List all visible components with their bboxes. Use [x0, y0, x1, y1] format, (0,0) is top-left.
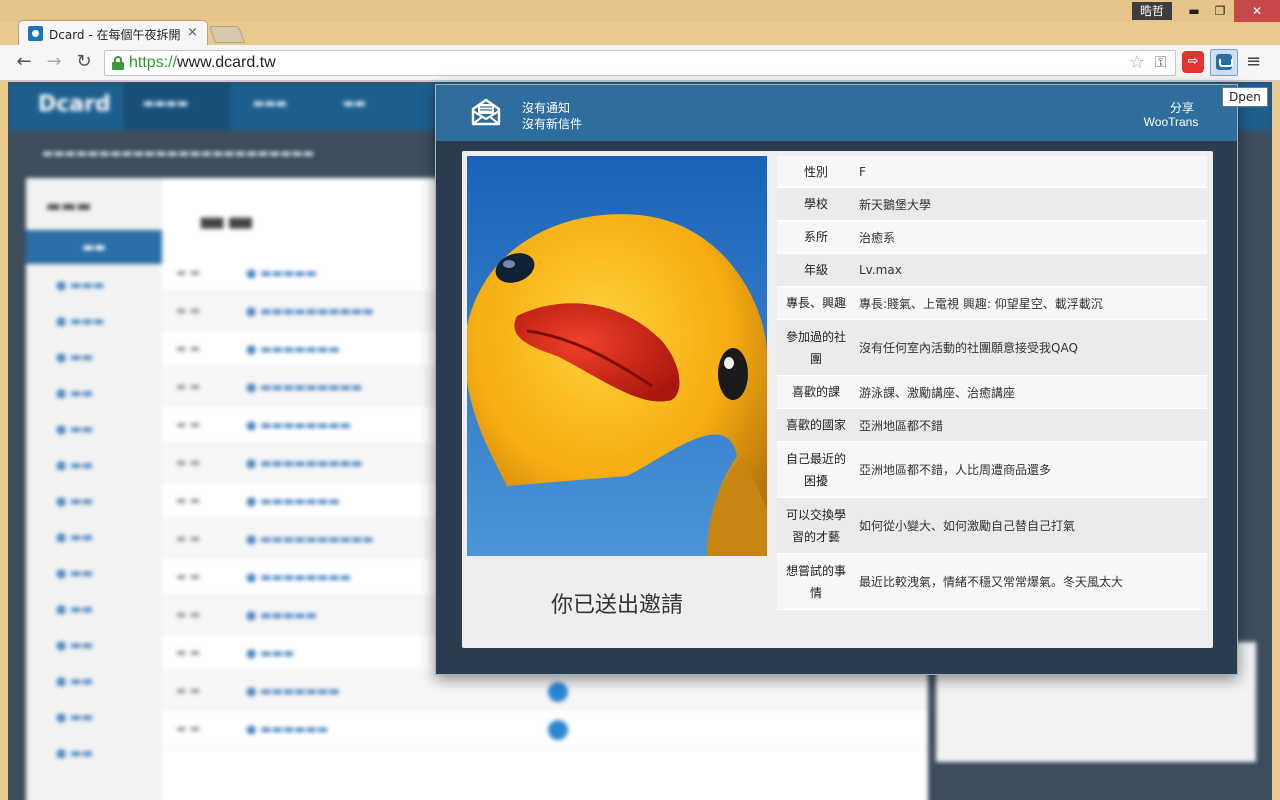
profile-field-value: F	[859, 164, 866, 179]
profile-info-table: 性別 F 學校 新天鵝堡大學系所 治癒系年級 Lv.max 專長、興趣 專長:賤氣、上電視 興…	[777, 156, 1207, 610]
bg-sidebar-item: ● ▬▬	[56, 602, 93, 616]
dcard-extension-icon	[1216, 54, 1233, 70]
bg-sidebar-item: ● ▬▬	[56, 458, 93, 472]
profile-field-label: 可以交換學習的才藝	[785, 507, 846, 544]
bg-notice: ▬▬▬▬▬▬▬▬▬▬▬▬▬▬▬▬▬▬▬▬▬▬▬▬	[42, 146, 315, 160]
profile-field-label: 系所	[803, 230, 828, 244]
profile-row: 參加過的社團 沒有任何室內活動的社團願意接受我QAQ	[777, 320, 1207, 376]
profile-field-value: 亞洲地區都不錯，人比周遭商品還多	[859, 463, 1052, 477]
dcard-extension-button[interactable]	[1210, 49, 1238, 76]
profile-row: 專長、興趣 專長:賤氣、上電視 興趣: 仰望星空、載浮載沉	[777, 287, 1207, 320]
profile-field-value: 亞洲地區都不錯	[859, 418, 944, 433]
profile-field-label: 性別	[803, 164, 828, 179]
profile-field-value: 游泳課、激勵講座、治癒講座	[859, 385, 1016, 400]
address-bar[interactable]: https://www.dcard.tw ☆ ⚿	[104, 50, 1176, 76]
profile-field-value: 沒有任何室內活動的社團願意接受我QAQ	[859, 341, 1078, 355]
dcard-popup: 沒有通知 沒有新信件 分享 WooTrans 你已送出邀請 性別 F 學校 新天…	[435, 84, 1238, 675]
extension-red-icon[interactable]: ⇨	[1182, 51, 1204, 73]
back-icon[interactable]: ←	[12, 51, 36, 75]
share-link[interactable]: 分享	[1158, 99, 1206, 116]
bg-sidebar-title: ▬▬▬	[46, 196, 92, 215]
bg-sidebar-item: ● ▬▬	[56, 494, 93, 508]
bg-sidebar-item: ● ▬▬	[56, 710, 93, 724]
bookmark-star-icon[interactable]: ☆	[1129, 52, 1145, 73]
bg-sidebar-item: ● ▬▬	[56, 566, 93, 580]
tab-title: Dcard - 在每個午夜拆開	[49, 28, 181, 42]
reload-icon[interactable]: ↻	[72, 51, 96, 75]
profile-field-label: 自己最近的困擾	[785, 451, 846, 488]
profile-field-label: 學校	[803, 197, 828, 211]
bg-sidebar-item: ● ▬▬	[56, 386, 93, 400]
profile-field-label: 想嘗試的事情	[785, 563, 846, 600]
bg-sidebar-item: ● ▬▬▬	[56, 278, 105, 292]
profile-field-value: 最近比較洩氣，情緒不穩又常常爆氣。冬天風太大	[859, 575, 1124, 589]
profile-field-value: Lv.max	[859, 263, 902, 277]
window-titlebar: 晧哲 ▬ ❐ ✕	[0, 0, 1280, 22]
bg-avatar	[548, 720, 568, 740]
profile-field-label: 專長、興趣	[785, 296, 846, 310]
bg-nav-item: ▬▬	[343, 96, 366, 110]
popup-header: 沒有通知 沒有新信件 分享 WooTrans	[436, 85, 1237, 141]
url-text[interactable]: https://www.dcard.tw	[129, 54, 276, 72]
bg-avatar	[548, 682, 568, 702]
profile-field-label: 喜歡的國家	[785, 418, 846, 432]
new-tab-button[interactable]	[208, 26, 246, 43]
extension-tooltip: Dpen	[1222, 87, 1268, 107]
bg-sidebar: ▬▬▬ ▬▬ ● ▬▬▬ ● ▬▬▬ ● ▬▬ ● ▬▬ ● ▬▬ ● ▬▬ ●…	[26, 178, 162, 800]
profile-field-value: 治癒系	[859, 230, 896, 245]
profile-field-value: 新天鵝堡大學	[859, 197, 932, 212]
bg-sidebar-active: ▬▬	[26, 230, 162, 264]
notification-status[interactable]: 沒有通知	[522, 99, 570, 116]
profile-row: 學校 新天鵝堡大學	[777, 188, 1207, 221]
wootrans-link[interactable]: WooTrans	[1136, 115, 1206, 129]
mail-status[interactable]: 沒有新信件	[522, 115, 582, 132]
profile-row: 喜歡的課 游泳課、激勵講座、治癒講座	[777, 376, 1207, 409]
bg-heading: ▬▬	[198, 204, 255, 239]
browser-menu-icon[interactable]: ≡	[1246, 51, 1261, 72]
dcard-favicon-icon	[28, 26, 43, 41]
bg-sidebar-item: ● ▬▬	[56, 350, 93, 364]
lock-icon	[112, 56, 124, 70]
profile-row: 可以交換學習的才藝 如何從小變大、如何激勵自己替自己打氣	[777, 498, 1207, 554]
bg-sidebar-item: ● ▬▬	[56, 674, 93, 688]
bg-sidebar-item: ● ▬▬	[56, 638, 93, 652]
bg-sidebar-item: ● ▬▬▬	[56, 314, 105, 328]
profile-field-value: 專長:賤氣、上電視 興趣: 仰望星空、載浮載沉	[859, 296, 1103, 311]
bg-sidebar-item: ● ▬▬	[56, 746, 93, 760]
forward-icon[interactable]: →	[42, 51, 66, 75]
browser-tab[interactable]: Dcard - 在每個午夜拆開 ×	[18, 20, 208, 46]
bg-nav-item: ▬▬▬	[253, 96, 288, 110]
profile-field-label: 參加過的社團	[785, 329, 846, 366]
mail-icon[interactable]	[470, 98, 502, 126]
minimize-button[interactable]: ▬	[1180, 0, 1208, 22]
bg-logo: Dcard	[38, 92, 111, 117]
profile-photo	[467, 156, 767, 556]
key-icon[interactable]: ⚿	[1155, 53, 1166, 71]
invite-status-text: 你已送出邀請	[550, 593, 683, 618]
profile-row: 年級 Lv.max	[777, 254, 1207, 287]
bg-nav-item: ▬▬▬▬	[143, 96, 189, 110]
profile-row: 系所 治癒系	[777, 221, 1207, 254]
maximize-button[interactable]: ❐	[1206, 0, 1234, 22]
profile-field-value: 如何從小變大、如何激勵自己替自己打氣	[859, 519, 1076, 533]
tab-close-icon[interactable]: ×	[187, 25, 198, 40]
close-window-button[interactable]: ✕	[1234, 0, 1280, 22]
profile-row: 性別 F	[777, 156, 1207, 188]
bg-sidebar-item: ● ▬▬	[56, 422, 93, 436]
profile-card: 你已送出邀請 性別 F 學校 新天鵝堡大學系所 治癒系年級 Lv.max 專長、興趣 專長:賤…	[462, 151, 1213, 648]
bg-row: ▬ ▬ ● ▬▬▬▬▬▬▬	[162, 672, 928, 710]
profile-field-label: 年級	[803, 263, 828, 277]
profile-row: 想嘗試的事情 最近比較洩氣，情緒不穩又常常爆氣。冬天風太大	[777, 554, 1207, 610]
bg-sidebar-item: ● ▬▬	[56, 530, 93, 544]
browser-toolbar: ← → ↻ https://www.dcard.tw ☆ ⚿ ⇨ ≡	[0, 45, 1280, 81]
profile-row: 喜歡的國家 亞洲地區都不錯	[777, 409, 1207, 442]
profile-row: 自己最近的困擾 亞洲地區都不錯，人比周遭商品還多	[777, 442, 1207, 498]
window-user-badge[interactable]: 晧哲	[1132, 2, 1172, 20]
profile-field-label: 喜歡的課	[791, 385, 840, 399]
bg-row: ▬ ▬ ● ▬▬▬▬▬▬	[162, 710, 928, 748]
